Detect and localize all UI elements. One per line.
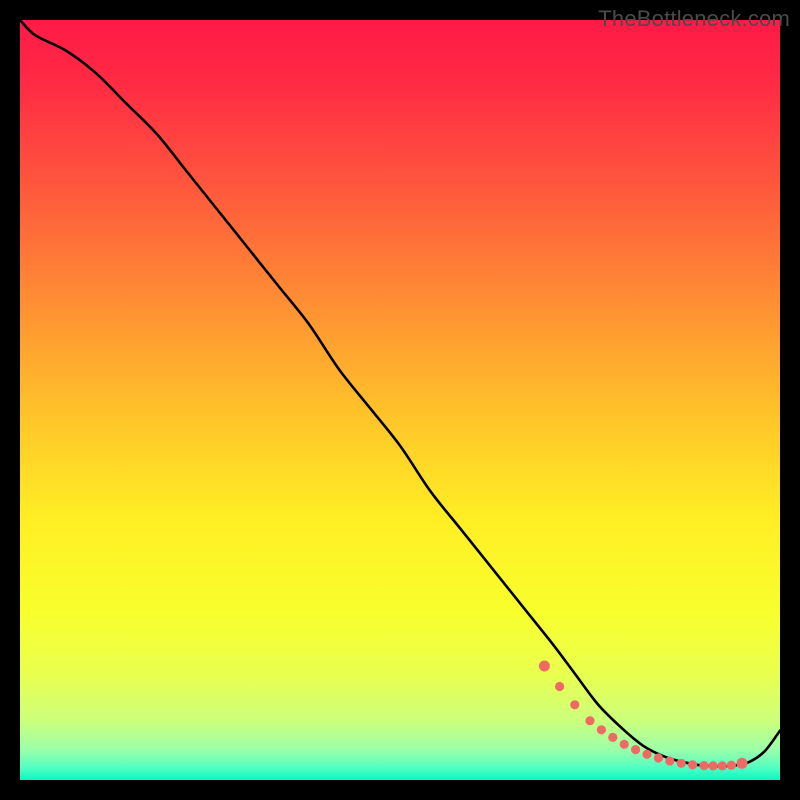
plot-area [20,20,780,780]
highlighted-range-markers [20,20,780,780]
chart-root: TheBottleneck.com [0,0,800,800]
watermark-label: TheBottleneck.com [598,6,790,32]
